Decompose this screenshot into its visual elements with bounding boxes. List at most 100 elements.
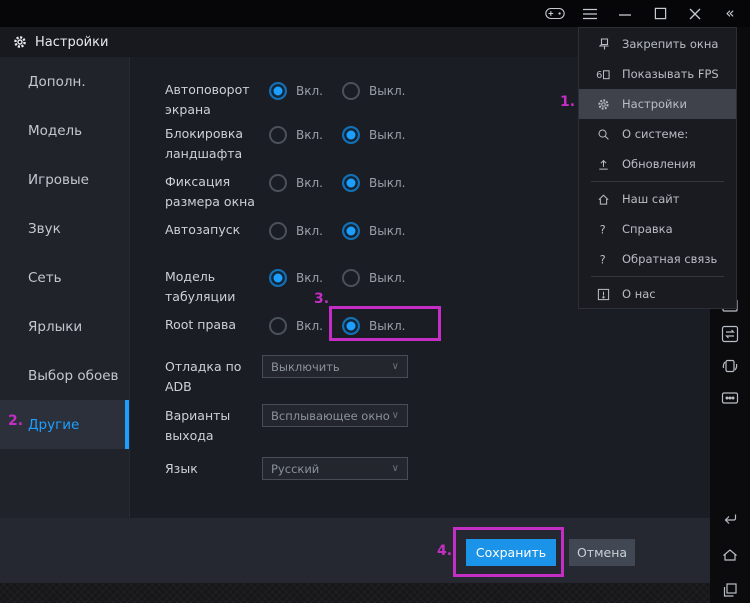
menu-item-8[interactable]: ?Обратная связь — [579, 244, 736, 274]
sidebar-item-3[interactable]: Игровые — [0, 155, 129, 204]
sidebar-item-4[interactable]: Звук — [0, 204, 129, 253]
radio-option-off[interactable]: Выкл. — [342, 174, 405, 192]
radio-icon — [342, 82, 360, 100]
setting-label: Варианты выхода — [165, 406, 271, 446]
menu-item-7[interactable]: ? Справка — [579, 214, 736, 244]
menu-item-label: Обновления — [622, 157, 696, 171]
radio-option-off[interactable]: Выкл. — [342, 222, 405, 240]
radio-option-off[interactable]: Выкл. — [342, 317, 405, 335]
menu-item-label: Наш сайт — [622, 192, 679, 206]
radio-icon — [269, 174, 287, 192]
radio-option-label: Вкл. — [296, 84, 323, 98]
sync-icon[interactable] — [721, 325, 739, 343]
window-titlebar: « — [0, 0, 750, 27]
dropdown-select[interactable]: Выключить∨ — [262, 355, 408, 378]
radio-option-label: Выкл. — [369, 271, 405, 285]
radio-icon — [269, 317, 287, 335]
sidebar-item-label: Выбор обоев — [28, 368, 118, 384]
dropdown-value: Выключить — [271, 360, 392, 374]
setting-label: Автоповорот экрана — [165, 80, 271, 120]
close-icon[interactable] — [685, 4, 705, 24]
dropdown-value: Всплывающее окно — [271, 409, 392, 423]
nav-recents-icon[interactable] — [721, 581, 739, 599]
menu-item-6[interactable]: Наш сайт — [579, 184, 736, 214]
radio-option-off[interactable]: Выкл. — [342, 82, 405, 100]
maximize-icon[interactable] — [650, 4, 670, 24]
setting-row: Root права Вкл. Выкл. — [130, 315, 710, 355]
menu-divider — [591, 181, 724, 182]
radio-option-off[interactable]: Выкл. — [342, 126, 405, 144]
menu-icon[interactable] — [580, 4, 600, 24]
dropdown-select[interactable]: Русский∨ — [262, 457, 408, 480]
search-icon — [596, 127, 611, 142]
radio-icon — [342, 174, 360, 192]
menu-item-4[interactable]: О системе: — [579, 119, 736, 149]
more-icon[interactable] — [721, 389, 739, 407]
about-icon — [596, 287, 611, 302]
chevron-down-icon: ∨ — [392, 361, 399, 372]
gear-icon — [13, 35, 27, 49]
dropdown-select[interactable]: Всплывающее окно∨ — [262, 404, 408, 427]
svg-text:?: ? — [600, 253, 606, 265]
radio-option-on[interactable]: Вкл. — [269, 82, 323, 100]
menu-item-2[interactable]: 6Показывать FPS — [579, 59, 736, 89]
setting-label: Модель табуляции — [165, 267, 271, 307]
sidebar-item-label: Игровые — [28, 172, 89, 188]
sidebar-item-7[interactable]: Выбор обоев — [0, 351, 129, 400]
menu-item-label: Закрепить окна — [622, 37, 718, 51]
minimize-icon[interactable] — [615, 4, 635, 24]
radio-option-on[interactable]: Вкл. — [269, 126, 323, 144]
radio-icon — [269, 222, 287, 240]
annotation-step-2: 2. — [8, 413, 23, 429]
annotation-step-1: 1. — [560, 94, 575, 110]
cancel-button[interactable]: Отмена — [569, 539, 635, 566]
setting-label: Root права — [165, 315, 271, 335]
gamepad-icon[interactable] — [545, 4, 565, 24]
sidebar-item-5[interactable]: Сеть — [0, 253, 129, 302]
rotate-device-icon[interactable] — [721, 357, 739, 375]
sidebar-item-2[interactable]: Модель — [0, 106, 129, 155]
radio-option-on[interactable]: Вкл. — [269, 317, 323, 335]
menu-item-3[interactable]: Настройки — [579, 89, 736, 119]
radio-option-on[interactable]: Вкл. — [269, 269, 323, 287]
radio-option-on[interactable]: Вкл. — [269, 222, 323, 240]
radio-option-label: Выкл. — [369, 319, 405, 333]
menu-item-9[interactable]: О нас — [579, 279, 736, 309]
radio-option-label: Вкл. — [296, 319, 323, 333]
radio-option-label: Выкл. — [369, 176, 405, 190]
update-icon — [596, 157, 611, 172]
radio-option-label: Вкл. — [296, 224, 323, 238]
setting-label: Автозапуск — [165, 220, 271, 240]
menu-divider — [591, 276, 724, 277]
sidebar-item-label: Дополн. — [28, 74, 86, 90]
sidebar-item-1[interactable]: Дополн. — [0, 57, 129, 106]
menu-item-5[interactable]: Обновления — [579, 149, 736, 179]
setting-label: Язык — [165, 459, 271, 479]
save-button[interactable]: Сохранить — [466, 539, 556, 566]
radio-option-off[interactable]: Выкл. — [342, 269, 405, 287]
gear-icon — [596, 97, 611, 112]
setting-row: Варианты выходаВсплывающее окно∨ — [130, 406, 710, 446]
setting-label: Отладка по ADB — [165, 357, 271, 397]
menu-item-label: Справка — [622, 222, 673, 236]
menu-item-label: О системе: — [622, 127, 688, 141]
setting-row: Отладка по ADBВыключить∨ — [130, 357, 710, 397]
emulator-screen: « Настройки Дополн. Модель Игровые Звук Сеть… — [0, 0, 750, 603]
radio-option-on[interactable]: Вкл. — [269, 174, 323, 192]
sidebar-item-label: Модель — [28, 123, 82, 139]
radio-icon — [342, 126, 360, 144]
svg-text:?: ? — [600, 223, 606, 235]
radio-option-label: Выкл. — [369, 84, 405, 98]
sidebar-item-6[interactable]: Ярлыки — [0, 302, 129, 351]
menu-item-label: Настройки — [622, 97, 687, 111]
menu-item-1[interactable]: Закрепить окна — [579, 29, 736, 59]
pin-icon — [596, 37, 611, 52]
radio-option-label: Вкл. — [296, 271, 323, 285]
svg-text:6: 6 — [596, 70, 602, 81]
nav-home-icon[interactable] — [721, 546, 739, 564]
nav-back-icon[interactable] — [721, 510, 739, 528]
system-dropdown-menu: Закрепить окна 6Показывать FPS Настройки О … — [578, 27, 737, 309]
chevron-down-icon: ∨ — [392, 410, 399, 421]
sidebar-item-label: Звук — [28, 221, 61, 237]
collapse-icon[interactable]: « — [720, 4, 740, 24]
